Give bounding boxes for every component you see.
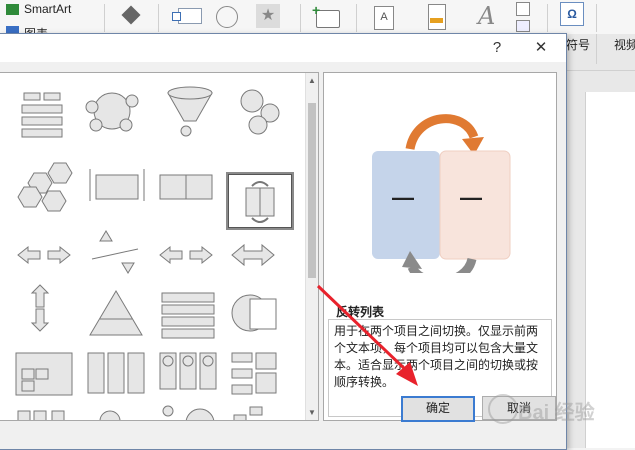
screenshot-plus-icon [172, 12, 181, 21]
symbol-label: 符号 [566, 38, 591, 52]
layout-title: 反转列表 [336, 305, 385, 319]
screenshot-button[interactable] [172, 6, 208, 28]
ribbon-separator [356, 4, 357, 32]
layout-description: 用于在两个项目之间切换。仅显示前两个文本项，每个项目均可以包含大量文本。适合显示… [334, 324, 539, 389]
omega-icon: Ω [560, 2, 584, 26]
close-button[interactable]: ✕ [530, 38, 552, 58]
date-time-button[interactable] [516, 2, 530, 16]
layout-thumb-double-arrow[interactable] [231, 243, 275, 267]
layout-thumb-hexagons[interactable] [17, 162, 73, 212]
video-button[interactable] [608, 0, 635, 34]
screenshot-icon [178, 8, 202, 24]
icons-button[interactable]: ★ [256, 4, 282, 30]
left-box-dash: — [392, 185, 414, 210]
globe-icon [216, 6, 238, 28]
watermark-logo: Bai 经验 [488, 388, 628, 428]
help-button[interactable]: ? [486, 38, 508, 58]
gallery-scrollbar[interactable]: ▲ ▼ [305, 73, 318, 420]
smartart-dialog: ? ✕ ▲ ▼ — — 反转列表 用于在两个项目之间切换。仅显示前两个文本项，每… [0, 33, 567, 450]
object-icon [516, 20, 530, 32]
textbox-icon: A [374, 6, 394, 30]
layout-thumb-counter-balance[interactable] [91, 230, 139, 274]
layout-thumb-reverse-list[interactable] [226, 172, 294, 230]
layout-thumb-arrows-apart[interactable] [17, 245, 71, 265]
layout-thumb-pyramid[interactable] [89, 290, 143, 336]
wordart-icon: A [478, 2, 496, 30]
layout-thumb-arrows-converge[interactable] [159, 245, 213, 265]
scrollbar-thumb[interactable] [308, 103, 316, 278]
reverse-list-thumb-graphic [245, 181, 275, 223]
smartart-button[interactable]: SmartArt [4, 2, 96, 18]
online-video-button[interactable] [214, 4, 240, 30]
page-highlight-icon [430, 18, 443, 23]
ribbon-separator [300, 4, 301, 32]
layout-gallery: ▲ ▼ [0, 72, 319, 421]
ribbon-separator [104, 4, 105, 32]
3d-cube-icon [121, 5, 141, 25]
layout-thumb-matrix-panel[interactable] [15, 352, 73, 396]
layout-thumb-up-down-arrows[interactable] [30, 284, 50, 332]
star-icon: ★ [256, 4, 280, 28]
bottom-curved-arrow-icon [407, 257, 477, 273]
ribbon-separator [158, 4, 159, 32]
calendar-icon [516, 2, 530, 16]
symbol-button[interactable]: Ω [556, 0, 586, 34]
layout-thumb-plus-minus[interactable] [159, 174, 213, 200]
3d-models-button[interactable] [120, 4, 142, 26]
scroll-up-arrow-icon[interactable]: ▲ [306, 75, 318, 87]
page-icon [428, 4, 446, 30]
object-button[interactable] [516, 20, 530, 34]
layout-thumb-circle-process[interactable] [85, 92, 139, 132]
layout-thumb-table-list[interactable] [161, 292, 215, 339]
comment-plus-icon: + [312, 2, 321, 18]
layout-thumb-stacked-list[interactable] [21, 92, 63, 138]
comment-button[interactable]: + [312, 2, 342, 30]
layout-thumb-funnel[interactable] [167, 86, 213, 137]
smartart-label: SmartArt [24, 2, 72, 16]
dialog-titlebar: ? ✕ [0, 34, 566, 62]
ribbon-separator [547, 4, 548, 32]
chart-button[interactable]: 图表 [4, 20, 96, 34]
layout-preview-pane: — — 反转列表 用于在两个项目之间切换。仅显示前两个文本项，每个项目均可以包含… [323, 72, 557, 421]
reverse-list-preview-graphic [372, 114, 511, 273]
scroll-down-arrow-icon[interactable]: ▼ [306, 407, 318, 419]
ribbon-lower-separator [596, 34, 597, 64]
smartart-icon [6, 4, 19, 15]
textbox-button[interactable]: A [374, 4, 396, 30]
layout-thumb-gears[interactable] [240, 89, 280, 135]
paw-icon [488, 394, 518, 424]
ribbon-separator [596, 4, 597, 32]
layout-thumb-vertical-lists[interactable] [87, 352, 145, 394]
video-label: 视频 [614, 38, 635, 52]
layout-thumb-circle-columns[interactable] [159, 352, 217, 390]
ribbon: SmartArt 图表 ★ + A A Ω [0, 0, 635, 35]
gallery-thumbnails [15, 86, 280, 420]
top-curved-arrow-icon [405, 114, 479, 151]
layout-thumb-opposing-arrows[interactable] [89, 169, 145, 201]
wordart-button[interactable]: A [478, 2, 500, 30]
layout-thumb-partial-row[interactable] [17, 405, 263, 420]
header-footer-button[interactable] [428, 4, 450, 30]
ribbon-bottom-border [566, 70, 635, 71]
layout-thumb-segmented-circle[interactable] [231, 294, 277, 332]
ok-button[interactable]: 确定 [401, 396, 475, 422]
layout-thumb-nested-list[interactable] [231, 352, 277, 395]
watermark-text: Bai 经验 [518, 402, 595, 424]
right-box-dash: — [460, 185, 482, 210]
